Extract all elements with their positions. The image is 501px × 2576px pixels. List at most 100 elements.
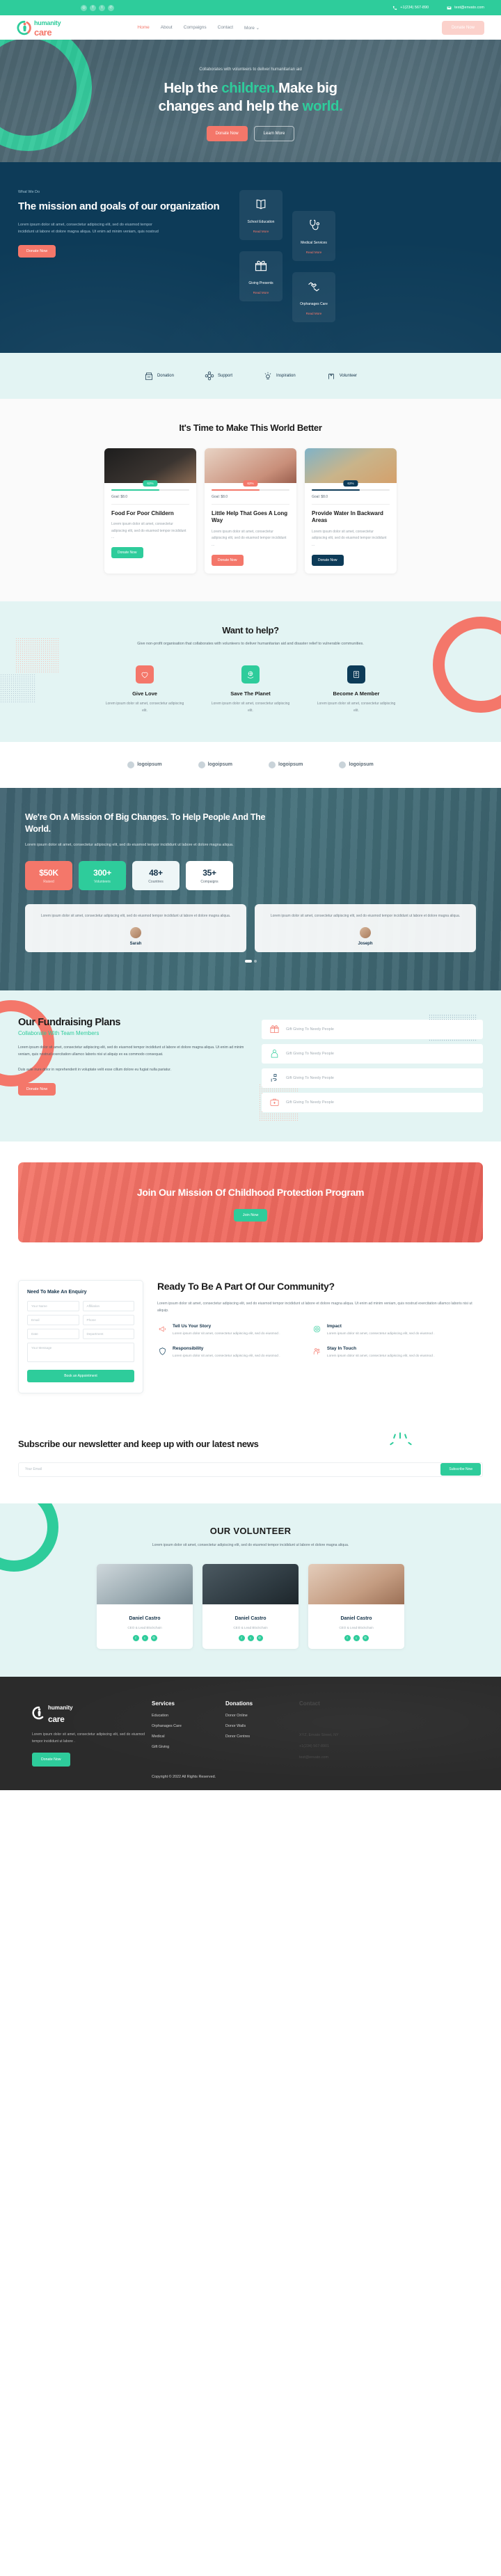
enquiry-item-text: Tell Us Your Story Lorem ipsum dolor sit…: [173, 1324, 280, 1338]
footer-logo[interactable]: humanity care: [32, 1700, 145, 1725]
fundraising-row[interactable]: Gift Giving To Needy People: [262, 1043, 483, 1064]
campaign-donate-button[interactable]: Donate Now: [111, 547, 143, 559]
partner-logo[interactable]: logoipsum: [269, 761, 303, 768]
footer-link-gift-giving[interactable]: Gift Giving: [152, 1745, 218, 1749]
twitter-icon[interactable]: t: [247, 1634, 254, 1641]
footer-link-orphanages-care[interactable]: Orphanages Care: [152, 1724, 218, 1728]
help-card-become-member[interactable]: Become A Member Lorem ipsum dolor sit am…: [315, 665, 397, 714]
footer-email[interactable]: test@envato.com: [299, 1755, 469, 1760]
partner-logo[interactable]: logoipsum: [339, 761, 374, 768]
volunteer-card[interactable]: Daniel Castro CEO & Lead Blockchain f t …: [202, 1563, 299, 1649]
footer-link-education[interactable]: Education: [152, 1714, 218, 1718]
footer-phone[interactable]: +1(234) 567-8901: [299, 1744, 469, 1748]
book-appointment-button[interactable]: Book an Appointment: [27, 1370, 134, 1383]
heart-icon: [136, 665, 154, 684]
feature-inspiration[interactable]: Inspiration: [263, 371, 296, 381]
instagram-icon[interactable]: ◎: [256, 1634, 263, 1641]
instagram-icon[interactable]: ◎: [362, 1634, 369, 1641]
stat-countries: 48+ Countries: [132, 861, 180, 891]
mission-text-block: What We Do The mission and goals of our …: [18, 190, 227, 322]
feature-support[interactable]: Support: [205, 371, 232, 381]
email-field[interactable]: Email: [27, 1315, 79, 1326]
feature-volunteer[interactable]: Volunteer: [326, 371, 357, 381]
message-field[interactable]: Your Message: [27, 1343, 134, 1363]
newsletter-email-input[interactable]: Your Email: [25, 1467, 440, 1471]
hero-donate-button[interactable]: Donate Now: [206, 126, 248, 142]
carousel-dot[interactable]: [253, 959, 257, 963]
feature-label: Donation: [157, 374, 174, 378]
facebook-icon[interactable]: f: [132, 1634, 139, 1641]
help-card-give-love[interactable]: Give Love Lorem ipsum dolor sit amet, co…: [104, 665, 186, 714]
phone-field[interactable]: Phone: [82, 1315, 134, 1326]
department-field[interactable]: Department: [82, 1329, 134, 1340]
feature-donation[interactable]: Donation: [144, 371, 174, 381]
campaign-donate-button[interactable]: Donate Now: [212, 554, 244, 566]
fundraising-row[interactable]: Gift Giving To Needy People: [262, 1092, 483, 1112]
campaign-card[interactable]: 62% Goal: $8.0 Provide Water In Backward…: [305, 448, 397, 574]
footer-link-medical[interactable]: Medical: [152, 1735, 218, 1739]
carousel-dot-active[interactable]: [244, 959, 252, 963]
campaign-donate-button[interactable]: Donate Now: [312, 554, 344, 566]
partner-logo[interactable]: logoipsum: [127, 761, 162, 768]
nav-item-contact[interactable]: Contact: [218, 25, 233, 31]
twitter-icon[interactable]: t: [353, 1634, 360, 1641]
volunteer-card[interactable]: Daniel Castro CEO & Lead Blockchain f t …: [308, 1563, 404, 1649]
newsletter-subscribe-button[interactable]: Subscribe Now: [440, 1463, 481, 1476]
nav-item-more-label: More: [244, 25, 255, 31]
footer-link-donor-online[interactable]: Donor Online: [225, 1714, 292, 1718]
campaign-card[interactable]: 62% Goal: $8.0 Little Help That Goes A L…: [205, 448, 296, 574]
volunteer-card-body: Daniel Castro CEO & Lead Blockchain f t …: [202, 1604, 299, 1649]
mission-card-read-more[interactable]: Read More: [296, 312, 331, 315]
whatsapp-icon[interactable]: ✆: [108, 4, 114, 11]
cta-join-button[interactable]: Join Now: [233, 1209, 268, 1222]
date-field[interactable]: Date: [27, 1329, 79, 1340]
twitter-icon[interactable]: t: [141, 1634, 148, 1641]
nav-item-about[interactable]: About: [161, 25, 173, 31]
facebook-icon[interactable]: f: [90, 4, 96, 11]
instagram-icon[interactable]: ◎: [150, 1634, 157, 1641]
carousel-dots[interactable]: [25, 959, 476, 963]
help-card-text: Lorem ipsum dolor sit amet, consectetur …: [105, 702, 184, 713]
header-donate-button[interactable]: Donate Now: [441, 20, 484, 35]
mission-card-read-more[interactable]: Read More: [296, 251, 331, 254]
fundraising-donate-button[interactable]: Donate Now: [18, 1083, 56, 1096]
partner-logo[interactable]: logoipsum: [198, 761, 232, 768]
humanity-care-logo-icon: [17, 20, 31, 35]
topbar-email[interactable]: test@envato.com: [447, 6, 484, 10]
twitter-icon[interactable]: t: [99, 4, 105, 11]
hero-content: Collaborates with volunteers to deliver …: [159, 61, 343, 142]
help-card-save-planet[interactable]: Save The Planet Lorem ipsum dolor sit am…: [209, 665, 292, 714]
nav-item-home[interactable]: Home: [137, 25, 149, 31]
facebook-icon[interactable]: f: [238, 1634, 245, 1641]
hero-title-highlight1: children.: [221, 79, 279, 96]
instagram-icon[interactable]: ◎: [81, 4, 87, 11]
topbar-phone[interactable]: +1(234) 567-890: [392, 6, 429, 10]
mission-donate-button[interactable]: Donate Now: [18, 244, 56, 258]
mission-card-school-education[interactable]: School Education Read More: [239, 190, 283, 240]
footer-donate-button[interactable]: Donate Now: [32, 1753, 70, 1767]
fundraising-row[interactable]: Gift Giving To Needy People: [262, 1019, 483, 1039]
site-logo[interactable]: humanity care: [17, 17, 61, 37]
nav-item-compaigns[interactable]: Compaigns: [184, 25, 207, 31]
mission-card-read-more[interactable]: Read More: [244, 230, 278, 233]
volunteer-card[interactable]: Daniel Castro CEO & Lead Blockchain f t …: [97, 1563, 193, 1649]
fundraising-row[interactable]: Gift Giving To Needy People: [262, 1068, 483, 1088]
fundraising-row-label: Gift Giving To Needy People: [286, 1051, 334, 1056]
hero-learn-more-button[interactable]: Learn More: [253, 126, 295, 142]
campaign-title: Provide Water In Backward Areas: [312, 509, 383, 524]
mission-card-medical-services[interactable]: Medical Services Read More: [292, 211, 335, 261]
hero-title-highlight2: world.: [302, 97, 343, 114]
footer-link-donor-walls[interactable]: Donor Walls: [225, 1724, 292, 1728]
volunteer-socials: f t ◎: [104, 1634, 186, 1641]
nav-item-more[interactable]: More ⌄: [244, 25, 260, 31]
facebook-icon[interactable]: f: [344, 1634, 351, 1641]
affiliation-field[interactable]: Affiliation: [82, 1301, 134, 1312]
mission-card-giving-presents[interactable]: Giving Presents Read More: [239, 251, 283, 301]
campaign-card[interactable]: 62% Goal: $8.0 Food For Poor Childern Lo…: [104, 448, 196, 574]
footer-link-donor-centres[interactable]: Donor Centres: [225, 1735, 292, 1739]
stat-label: Compaigns: [200, 879, 218, 884]
mission-card-orphanages-care[interactable]: Orphanages Care Read More: [292, 272, 335, 322]
help-card-text: Lorem ipsum dolor sit amet, consectetur …: [317, 702, 396, 713]
your-name-field[interactable]: Your Name: [27, 1301, 79, 1312]
mission-card-read-more[interactable]: Read More: [244, 291, 278, 294]
